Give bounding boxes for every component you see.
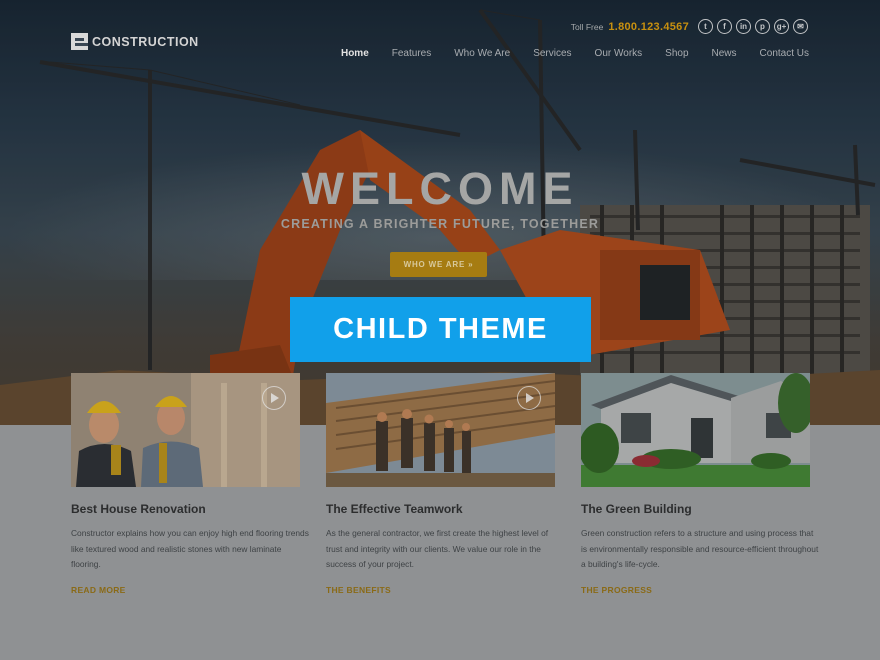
nav-item-contact-us[interactable]: Contact Us — [760, 48, 809, 59]
tollfree-number[interactable]: 1.800.123.4567 — [608, 21, 689, 33]
card-image[interactable] — [581, 373, 810, 487]
who-we-are-button[interactable]: WHO WE ARE » — [390, 252, 487, 277]
card-image[interactable] — [326, 373, 555, 487]
social-links: t f in p g+ ✉ — [698, 19, 808, 34]
green-house-photo — [581, 373, 810, 487]
play-video-icon[interactable] — [517, 386, 541, 410]
nav-item-who-we-are[interactable]: Who We Are — [454, 48, 510, 59]
child-theme-badge: CHILD THEME — [290, 297, 591, 362]
card-title[interactable]: Best House Renovation — [71, 502, 300, 516]
email-icon[interactable]: ✉ — [793, 19, 808, 34]
hero-title: WELCOME — [301, 163, 579, 214]
site-logo[interactable]: CONSTRUCTION — [71, 33, 199, 50]
progress-link[interactable]: THE PROGRESS — [581, 585, 652, 595]
top-bar: Toll Free 1.800.123.4567 t f in p g+ ✉ — [571, 19, 808, 34]
card-effective-teamwork: The Effective Teamwork As the general co… — [326, 373, 555, 595]
card-description: Green construction refers to a structure… — [581, 528, 819, 569]
nav-item-news[interactable]: News — [712, 48, 737, 59]
card-description: Constructor explains how you can enjoy h… — [71, 528, 309, 569]
hero-subtitle: CREATING A BRIGHTER FUTURE, TOGETHER — [280, 217, 600, 231]
card-image[interactable] — [71, 373, 300, 487]
nav-item-services[interactable]: Services — [533, 48, 571, 59]
play-video-icon[interactable] — [262, 386, 286, 410]
google-plus-icon[interactable]: g+ — [774, 19, 789, 34]
nav-item-home[interactable]: Home — [341, 48, 369, 59]
card-title[interactable]: The Effective Teamwork — [326, 502, 555, 516]
tollfree-label: Toll Free — [570, 21, 604, 32]
nav-item-our-works[interactable]: Our Works — [595, 48, 643, 59]
logo-text: CONSTRUCTION — [92, 34, 199, 49]
facebook-icon[interactable]: f — [717, 19, 732, 34]
card-description: As the general contractor, we first crea… — [326, 528, 549, 569]
logo-mark-icon — [71, 33, 88, 50]
linkedin-icon[interactable]: in — [736, 19, 751, 34]
card-title[interactable]: The Green Building — [581, 502, 810, 516]
nav-item-features[interactable]: Features — [392, 48, 431, 59]
read-more-link[interactable]: READ MORE — [71, 585, 126, 595]
benefits-link[interactable]: THE BENEFITS — [326, 585, 391, 595]
card-green-building: The Green Building Green construction re… — [581, 373, 818, 595]
card-house-renovation: Best House Renovation Constructor explai… — [71, 373, 309, 595]
pinterest-icon[interactable]: p — [755, 19, 770, 34]
twitter-icon[interactable]: t — [698, 19, 713, 34]
nav-item-shop[interactable]: Shop — [665, 48, 688, 59]
main-nav: Home Features Who We Are Services Our Wo… — [318, 48, 809, 59]
